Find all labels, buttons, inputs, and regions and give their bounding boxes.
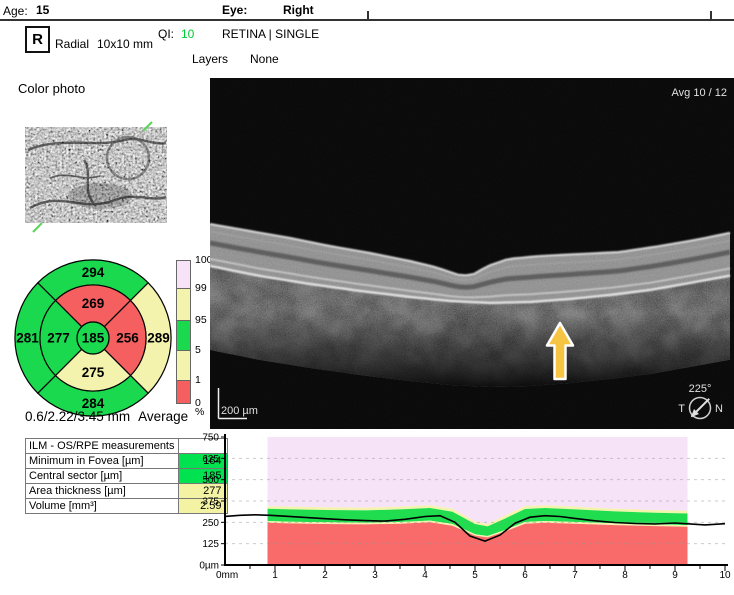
scan-type-label: Radial [55,37,89,51]
measurement-label: Area thickness [µm] [26,484,179,499]
scale-segment [176,380,191,404]
scale-tick-label: 99 [195,282,207,294]
x-tick-label: 8 [622,570,628,581]
x-tick-label: 0mm [216,570,238,581]
y-tick-label: 750 [202,433,219,444]
x-tick-label: 9 [672,570,678,581]
x-tick-label: 7 [572,570,578,581]
header-divider-tick [367,11,369,19]
color-photo-title: Color photo [18,81,85,96]
averaging-label: Avg 10 / 12 [672,87,727,99]
measurement-label: Volume [mm³] [26,499,179,514]
y-tick-label: 250 [202,518,219,529]
y-tick-label: 125 [202,539,219,550]
scale-bar-label: 200 µm [221,405,258,417]
y-tick-label: 375 [202,497,219,508]
eye-label: Eye: [222,3,247,17]
scale-segment [176,260,191,289]
scan-angle-label: 225° [689,383,712,395]
header-divider-tick [710,11,712,19]
etdrs-value-outer-top: 294 [82,265,105,280]
average-title: 0.6/2.22/3.45 mm Average [25,409,196,424]
x-tick-label: 4 [422,570,428,581]
x-tick-label: 10 [719,570,731,581]
compass-nasal-label: N [715,403,723,415]
compass-temporal-label: T [678,403,685,415]
quality-index-label: QI: [158,27,174,41]
laterality-badge: R [25,26,50,53]
measurement-label: Central sector [µm] [26,469,179,484]
average-range: 0.6/2.22/3.45 mm [25,409,130,424]
scale-unit-label: % [195,406,204,418]
header-divider [0,19,734,21]
etdrs-value-inner-top: 269 [82,296,105,311]
scale-segment [176,320,191,351]
thickness-profile-chart: 0µm1252503755006257500mm12345678910 [196,431,734,593]
etdrs-value-inner-bottom: 275 [82,365,105,380]
eye-value: Right [283,3,314,17]
etdrs-thickness-map: 294289284281269256275277185 [8,254,180,422]
y-tick-label: 500 [202,475,219,486]
etdrs-value-outer-right: 289 [147,331,170,346]
average-label: Average [138,409,188,424]
x-tick-label: 2 [322,570,328,581]
measurement-label: Minimum in Fovea [µm] [26,454,179,469]
color-photo-image [20,118,172,234]
age-label: Age: [3,4,28,18]
scale-tick-label: 95 [195,314,207,326]
scan-size-label: 10x10 mm [97,37,153,51]
etdrs-value-inner-right: 256 [116,331,139,346]
x-tick-label: 1 [272,570,278,581]
table-header-cell: ILM - OS/RPE measurements [26,439,179,454]
scan-mode-label: RETINA | SINGLE [222,27,319,41]
layers-label: Layers [192,52,228,66]
x-tick-label: 5 [472,570,478,581]
scale-tick-label: 5 [195,344,201,356]
quality-index-value: 10 [181,27,194,41]
scale-segment [176,288,191,321]
y-tick-label: 625 [202,454,219,465]
scale-tick-label: 1 [195,374,201,386]
age-value: 15 [36,3,49,17]
fundus-lesion-shade [68,183,132,209]
layers-value: None [250,52,279,66]
oct-bscan-image: 200 µm Avg 10 / 12 225° T N [210,78,734,429]
scale-segment [176,350,191,381]
etdrs-value-outer-left: 281 [16,331,39,346]
etdrs-value-center-center: 185 [82,331,105,346]
x-tick-label: 6 [522,570,528,581]
x-tick-label: 3 [372,570,378,581]
etdrs-value-inner-left: 277 [47,331,70,346]
